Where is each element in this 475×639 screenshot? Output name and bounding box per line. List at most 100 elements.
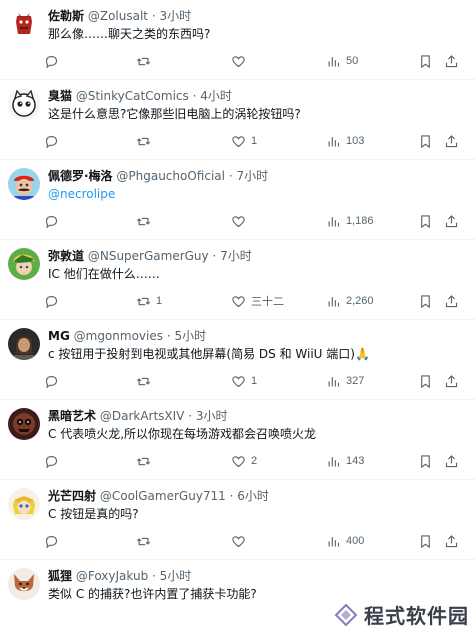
post-time[interactable]: · 5小时: [167, 329, 206, 343]
retweet-button[interactable]: [136, 132, 156, 150]
author-name[interactable]: 狐狸: [48, 569, 72, 583]
reply-item[interactable]: 佩德罗·梅洛 @PhgauchoOficial · 7小时 @necrolipe…: [0, 160, 475, 240]
green-hero-avatar[interactable]: [8, 248, 40, 280]
author-handle[interactable]: @DarkArtsXIV: [100, 409, 185, 423]
reply-button[interactable]: [44, 532, 64, 550]
blonde-character-avatar[interactable]: [8, 488, 40, 520]
reply-button[interactable]: [44, 52, 64, 70]
reply-icon: [45, 535, 58, 548]
view-count: 2,260: [346, 295, 374, 307]
like-button[interactable]: [231, 212, 251, 230]
retweet-button[interactable]: [136, 452, 156, 470]
bookmark-button[interactable]: [418, 292, 433, 310]
mention-link[interactable]: @necrolipe: [48, 187, 115, 201]
like-button[interactable]: 1: [231, 132, 257, 150]
author-handle[interactable]: @CoolGamerGuy711: [100, 489, 226, 503]
reply-button[interactable]: [44, 292, 64, 310]
share-button[interactable]: [444, 132, 459, 150]
dark-mask-avatar[interactable]: [8, 408, 40, 440]
retweet-count: 1: [156, 295, 163, 307]
share-icon: [445, 454, 458, 467]
reply-text: c 按钮用于投射到电视或其他屏幕(简易 DS 和 WiiU 端口)🙏: [48, 347, 370, 361]
reply-item[interactable]: 黑暗艺术 @DarkArtsXIV · 3小时 C 代表喷火龙,所以你现在每场游…: [0, 400, 475, 480]
author-name[interactable]: 佩德罗·梅洛: [48, 169, 113, 183]
share-button[interactable]: [444, 52, 459, 70]
post-time[interactable]: · 6小时: [230, 489, 269, 503]
reply-item[interactable]: 佐勒斯 @Zolusalt · 3小时 那么像……聊天之类的东西吗? 50: [0, 0, 475, 80]
like-button[interactable]: 1: [231, 372, 257, 390]
views-button[interactable]: 143: [326, 452, 364, 470]
reply-item[interactable]: 弥敦道 @NSuperGamerGuy · 7小时 IC 他们在做什么…… 1 …: [0, 240, 475, 320]
post-time[interactable]: · 5小时: [152, 569, 191, 583]
reply-item[interactable]: MG @mgonmovies · 5小时 c 按钮用于投射到电视或其他屏幕(简易…: [0, 320, 475, 400]
bookmark-icon: [421, 454, 430, 468]
bookmark-icon: [421, 214, 430, 228]
post-time[interactable]: · 3小时: [152, 9, 191, 23]
reply-icon: [45, 135, 58, 148]
author-handle[interactable]: @StinkyCatComics: [76, 89, 189, 103]
bookmark-button[interactable]: [418, 372, 433, 390]
like-button[interactable]: 三十二: [231, 292, 284, 310]
share-button[interactable]: [444, 292, 459, 310]
share-button[interactable]: [444, 452, 459, 470]
reply-item[interactable]: 臭猫 @StinkyCatComics · 4小时 这是什么意思?它像那些旧电脑…: [0, 80, 475, 160]
retweet-button[interactable]: [136, 372, 156, 390]
post-time[interactable]: · 4小时: [193, 89, 232, 103]
post-time[interactable]: · 3小时: [188, 409, 227, 423]
reply-icon: [45, 375, 58, 388]
reply-text: C 代表喷火龙,所以你现在每场游戏都会召唤喷火龙: [48, 427, 317, 441]
retweet-button[interactable]: [136, 532, 156, 550]
mario-avatar[interactable]: [8, 168, 40, 200]
reply-button[interactable]: [44, 372, 64, 390]
author-handle[interactable]: @FoxyJakub: [76, 569, 148, 583]
red-creature-avatar[interactable]: [8, 8, 40, 40]
retweet-button[interactable]: [136, 212, 156, 230]
author-name[interactable]: 弥敦道: [48, 249, 84, 263]
retweet-button[interactable]: 1: [136, 292, 162, 310]
bookmark-button[interactable]: [418, 212, 433, 230]
cartoon-cat-avatar[interactable]: [8, 88, 40, 120]
like-button[interactable]: 2: [231, 452, 257, 470]
post-time[interactable]: · 7小时: [212, 249, 251, 263]
views-button[interactable]: 2,260: [326, 292, 374, 310]
share-icon: [445, 214, 458, 227]
author-name[interactable]: 光芒四射: [48, 489, 96, 503]
author-handle[interactable]: @NSuperGamerGuy: [88, 249, 209, 263]
author-name[interactable]: 佐勒斯: [48, 9, 84, 23]
view-count: 103: [346, 135, 365, 147]
reply-button[interactable]: [44, 452, 64, 470]
reply-icon: [45, 455, 58, 468]
like-button[interactable]: [231, 532, 251, 550]
views-button[interactable]: 103: [326, 132, 364, 150]
author-handle[interactable]: @mgonmovies: [74, 329, 163, 343]
reply-button[interactable]: [44, 132, 64, 150]
bookmark-button[interactable]: [418, 52, 433, 70]
bookmark-button[interactable]: [418, 132, 433, 150]
replies-feed: 佐勒斯 @Zolusalt · 3小时 那么像……聊天之类的东西吗? 50 臭猫…: [0, 0, 475, 639]
reply-item[interactable]: 光芒四射 @CoolGamerGuy711 · 6小时 C 按钮是真的吗? 40…: [0, 480, 475, 560]
reply-button[interactable]: [44, 212, 64, 230]
views-button[interactable]: 50: [326, 52, 358, 70]
views-button[interactable]: 1,186: [326, 212, 374, 230]
bookmark-button[interactable]: [418, 452, 433, 470]
share-button[interactable]: [444, 532, 459, 550]
fox-avatar[interactable]: [8, 568, 40, 600]
views-button[interactable]: 327: [326, 372, 364, 390]
author-name[interactable]: MG: [48, 329, 70, 343]
author-name[interactable]: 黑暗艺术: [48, 409, 96, 423]
share-button[interactable]: [444, 212, 459, 230]
bar-chart-icon: [328, 376, 340, 386]
post-time[interactable]: · 7小时: [229, 169, 268, 183]
author-handle[interactable]: @Zolusalt: [88, 9, 148, 23]
retweet-icon: [136, 377, 151, 385]
bookmark-button[interactable]: [418, 532, 433, 550]
like-button[interactable]: [231, 52, 251, 70]
like-count: 三十二: [251, 296, 284, 308]
views-button[interactable]: 400: [326, 532, 364, 550]
retweet-button[interactable]: [136, 52, 156, 70]
author-handle[interactable]: @PhgauchoOficial: [116, 169, 225, 183]
author-name[interactable]: 臭猫: [48, 89, 72, 103]
share-icon: [445, 54, 458, 67]
person-avatar[interactable]: [8, 328, 40, 360]
share-button[interactable]: [444, 372, 459, 390]
